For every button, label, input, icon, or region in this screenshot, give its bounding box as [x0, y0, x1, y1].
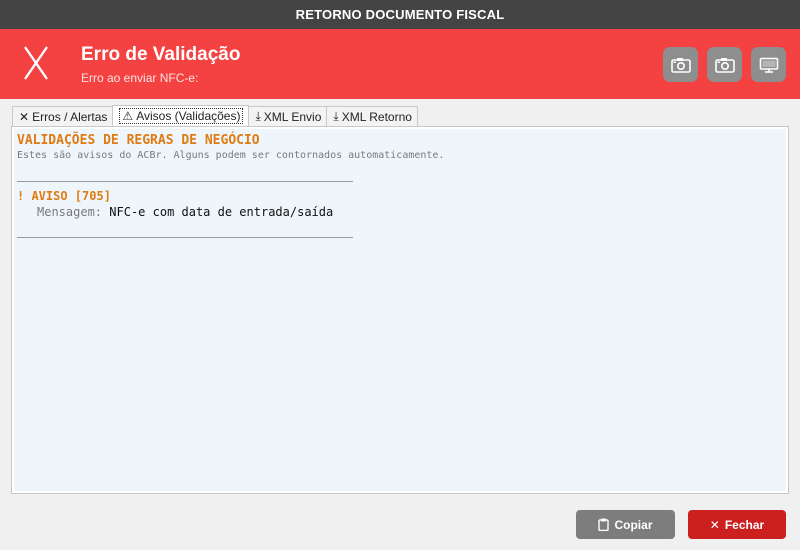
- banner-title: Erro de Validação: [81, 44, 241, 65]
- tab-focus-frame: ⚠ Avisos (Validações): [119, 108, 244, 124]
- screenshot-button[interactable]: [663, 47, 698, 82]
- warning-title: ! AVISO [705]: [17, 189, 111, 203]
- validation-log[interactable]: VALIDAÇÕES DE REGRAS DE NEGÓCIO Estes sã…: [14, 129, 786, 491]
- copy-button[interactable]: Copiar: [576, 510, 675, 539]
- close-icon: ✕: [19, 109, 30, 124]
- banner-subtitle: Erro ao enviar NFC-e:: [81, 71, 199, 85]
- warning-icon: ⚠: [122, 109, 134, 123]
- log-heading: VALIDAÇÕES DE REGRAS DE NEGÓCIO: [17, 133, 260, 148]
- download-icon: ⤓: [333, 109, 339, 123]
- message-label: Mensagem:: [37, 205, 103, 219]
- tab-panel: VALIDAÇÕES DE REGRAS DE NEGÓCIO Estes sã…: [11, 126, 789, 494]
- window-title-bar: RETORNO DOCUMENTO FISCAL: [0, 0, 800, 29]
- window-title: RETORNO DOCUMENTO FISCAL: [295, 7, 505, 22]
- screen-button[interactable]: [751, 47, 786, 82]
- tab-label: XML Retorno: [341, 109, 412, 124]
- tab-strip: ✕ Erros / Alertas ⚠ Avisos (Validações) ⤓…: [12, 105, 418, 126]
- camera-icon: [670, 57, 691, 73]
- separator-line: [17, 237, 353, 238]
- tab-xml-return[interactable]: ⤓ XML Retorno: [326, 106, 418, 126]
- download-icon: ⤓: [255, 109, 261, 123]
- error-x-icon: [24, 46, 48, 80]
- tab-warnings-validations[interactable]: ⚠ Avisos (Validações): [112, 105, 250, 126]
- clipboard-icon: [598, 518, 610, 531]
- tab-xml-send[interactable]: ⤓ XML Envio: [248, 106, 328, 126]
- log-description: Estes são avisos do ACBr. Alguns podem s…: [17, 150, 445, 161]
- close-icon: ✕: [709, 517, 720, 532]
- footer-bar: Copiar ✕ Fechar: [0, 498, 800, 550]
- separator-line: [17, 181, 353, 182]
- warning-message: Mensagem: NFC-e com data de entrada/saíd…: [37, 205, 333, 219]
- camera-icon: [714, 57, 735, 73]
- close-button[interactable]: ✕ Fechar: [688, 510, 786, 539]
- copy-label: Copiar: [614, 517, 653, 532]
- tab-label: Avisos (Validações): [136, 109, 241, 123]
- message-text: NFC-e com data de entrada/saída: [109, 205, 334, 219]
- monitor-icon: [759, 57, 778, 73]
- tab-label: XML Envio: [263, 109, 322, 124]
- close-label: Fechar: [724, 517, 765, 532]
- tab-errors-alerts[interactable]: ✕ Erros / Alertas: [12, 106, 114, 126]
- screenshot-window-button[interactable]: [707, 47, 742, 82]
- tab-label: Erros / Alertas: [32, 109, 108, 124]
